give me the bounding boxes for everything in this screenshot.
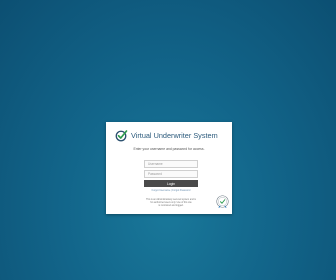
login-card: Virtual Underwriter System Enter your us… — [106, 122, 232, 214]
username-input[interactable] — [144, 160, 198, 168]
security-seal-icon — [216, 195, 229, 208]
recovery-links: Forgot Username | Forgot Password — [144, 189, 198, 192]
security-notice: This is an Administratively secured syst… — [134, 199, 208, 208]
forgot-username-link[interactable]: Forgot Username — [152, 189, 171, 192]
check-circle-icon — [115, 129, 128, 141]
forgot-password-link[interactable]: Forgot Password — [172, 189, 190, 192]
notice-line: is monitored and logged. — [158, 205, 184, 207]
brand-header: Virtual Underwriter System — [115, 128, 218, 142]
password-input[interactable] — [144, 170, 198, 178]
login-instructions: Enter your username and password for acc… — [133, 147, 205, 151]
app-title: Virtual Underwriter System — [131, 130, 218, 140]
login-button[interactable]: Login — [144, 180, 198, 187]
